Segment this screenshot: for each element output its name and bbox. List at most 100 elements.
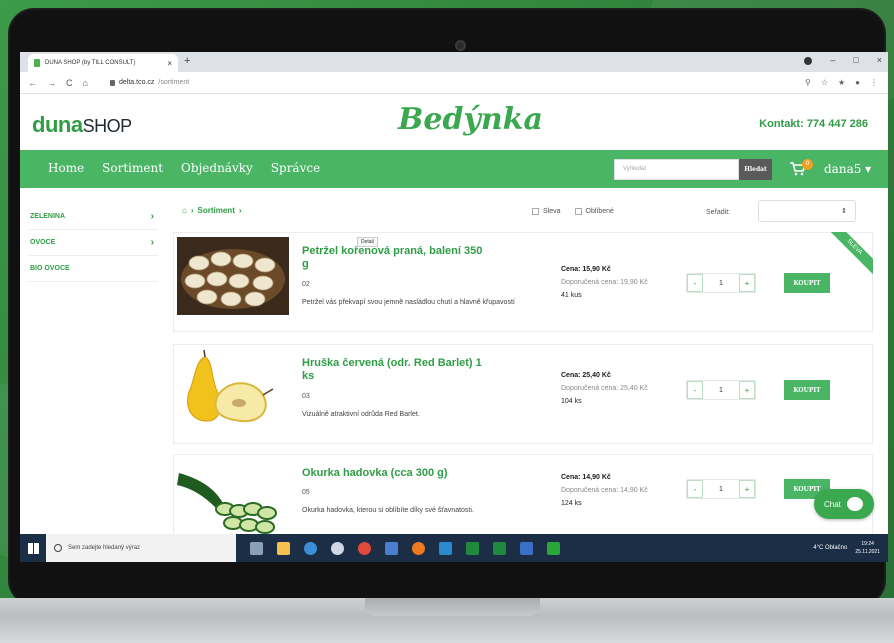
product-description: Vizuálně atraktivní odrůda Red Barlet. (302, 411, 420, 418)
product-price: Cena: 15,90 Kč Doporučená cena: 19,90 Kč… (561, 263, 648, 302)
breadcrumb-separator: › (190, 206, 194, 215)
qty-plus-button[interactable]: + (739, 480, 755, 498)
filter-favorites[interactable]: Oblíbené (574, 208, 614, 215)
app-icon[interactable] (547, 541, 560, 555)
qty-plus-button[interactable]: + (739, 381, 755, 399)
extensions-icon[interactable]: ★ (838, 78, 845, 87)
product-image[interactable] (177, 349, 289, 427)
address-bar-row: ← → C ⌂ delta.tco.cz/sortiment ⚲ ☆ ★ ● ⋮ (20, 72, 888, 94)
sidebar-item-ovoce[interactable]: OVOCE › (28, 230, 158, 256)
firefox-icon[interactable] (412, 541, 425, 555)
sidebar-item-bio-ovoce[interactable]: BIO OVOCE (28, 256, 158, 282)
breadcrumb-current[interactable]: Sortiment (198, 206, 235, 215)
home-icon[interactable]: ⌂ (182, 206, 187, 215)
product-image[interactable] (177, 237, 289, 315)
tab-bar: DUNA SHOP (by TILL CONSULT) × + – □ × (20, 52, 888, 72)
webcam (455, 40, 466, 51)
web-page: dunaSHOP Bedýnka Kontakt: 774 447 286 Ho… (20, 94, 888, 534)
filter-sale[interactable]: Sleva (532, 208, 561, 215)
product-card: Okurka hadovka (cca 300 g) 05 Okurka had… (173, 454, 873, 534)
chat-label: Chat (824, 499, 841, 509)
sort-select[interactable]: ⇕ (758, 200, 856, 222)
chevron-right-icon: › (150, 237, 154, 248)
sort-label: Seřadit: (706, 209, 731, 216)
qty-minus-button[interactable]: - (687, 480, 703, 498)
brand-logo: Bedýnka (398, 102, 543, 137)
dell-icon[interactable] (331, 541, 344, 555)
maximize-button[interactable]: □ (853, 55, 858, 65)
product-title[interactable]: Hruška červená (odr. Red Barlet) 1 ks (302, 357, 492, 383)
buy-button[interactable]: KOUPIT (784, 273, 830, 293)
qty-minus-button[interactable]: - (687, 274, 703, 292)
back-icon[interactable]: ← (28, 78, 37, 88)
search-button[interactable]: Hledat (739, 159, 772, 180)
task-view-icon[interactable] (250, 541, 263, 555)
sale-checkbox[interactable] (532, 208, 539, 215)
new-tab-button[interactable]: + (184, 55, 190, 67)
qty-value[interactable]: 1 (703, 480, 739, 498)
laptop-notch (365, 598, 540, 616)
nav-orders[interactable]: Objednávky (181, 161, 253, 175)
account-icon[interactable]: ● (855, 78, 860, 87)
app-icon[interactable] (439, 541, 452, 555)
star-icon[interactable]: ☆ (821, 78, 828, 87)
main-menu: Home Sortiment Objednávky Správce (48, 161, 320, 175)
start-button[interactable] (20, 542, 46, 554)
user-menu[interactable]: dana5 ▾ (824, 162, 871, 176)
close-window-button[interactable]: × (877, 55, 882, 65)
app-icon[interactable] (385, 541, 398, 555)
excel-icon[interactable] (466, 541, 479, 555)
price-value: Cena: 15,90 Kč (561, 266, 611, 273)
taskbar-apps (236, 541, 560, 555)
tab-close-icon[interactable]: × (167, 59, 172, 68)
nav-buttons: ← → C ⌂ (20, 78, 110, 88)
stock: 41 kus (561, 292, 582, 299)
detail-tooltip: Detail (357, 237, 378, 247)
site-logo[interactable]: dunaSHOP (32, 112, 132, 138)
home-icon[interactable]: ⌂ (83, 78, 88, 88)
product-code: 02 (302, 281, 310, 288)
url-path: /sortiment (158, 79, 190, 86)
url-field[interactable]: delta.tco.cz/sortiment (110, 79, 189, 86)
key-icon[interactable]: ⚲ (805, 78, 811, 87)
price-value: Cena: 25,40 Kč (561, 372, 611, 379)
qty-plus-button[interactable]: + (739, 274, 755, 292)
qty-minus-button[interactable]: - (687, 381, 703, 399)
weather[interactable]: 4°C Oblačno (813, 545, 847, 551)
file-explorer-icon[interactable] (277, 541, 290, 555)
qty-value[interactable]: 1 (703, 274, 739, 292)
qty-value[interactable]: 1 (703, 381, 739, 399)
browser-tab[interactable]: DUNA SHOP (by TILL CONSULT) × (28, 54, 178, 72)
chat-button[interactable]: Chat (814, 489, 874, 519)
product-code: 05 (302, 489, 310, 496)
edge-icon[interactable] (304, 541, 317, 555)
excel-icon[interactable] (493, 541, 506, 555)
system-tray: 4°C Oblačno 19:24 25.11.2021 (813, 540, 888, 556)
sidebar-item-zelenina[interactable]: ZELENINA › (28, 204, 158, 230)
profile-icon[interactable] (804, 57, 813, 65)
forward-icon[interactable]: → (47, 78, 56, 88)
menu-icon[interactable]: ⋮ (870, 78, 878, 87)
lock-icon (110, 79, 115, 86)
screen: DUNA SHOP (by TILL CONSULT) × + – □ × ← … (20, 52, 888, 562)
product-description: Okurka hadovka, kterou si oblíbíte díky … (302, 507, 474, 514)
app-icon[interactable] (520, 541, 533, 555)
search-input[interactable]: Vyhledat (614, 159, 739, 180)
buy-button[interactable]: KOUPIT (784, 380, 830, 400)
clock[interactable]: 19:24 25.11.2021 (855, 540, 880, 556)
product-code: 03 (302, 393, 310, 400)
window-controls: – □ × (804, 55, 882, 65)
nav-admin[interactable]: Správce (271, 161, 320, 175)
product-image[interactable] (177, 459, 289, 534)
nav-sortiment[interactable]: Sortiment (102, 161, 163, 175)
windows-taskbar: Sem zadejte hledaný výraz 4°C Oblačno 19… (20, 534, 888, 562)
minimize-button[interactable]: – (830, 55, 835, 65)
reload-icon[interactable]: C (66, 78, 73, 88)
nav-home[interactable]: Home (48, 161, 84, 175)
favorites-checkbox[interactable] (574, 208, 582, 215)
product-title[interactable]: Okurka hadovka (cca 300 g) (302, 467, 492, 480)
chrome-icon[interactable] (358, 541, 371, 555)
product-title[interactable]: Petržel kořenová praná, balení 350 g (302, 245, 492, 271)
taskbar-search[interactable]: Sem zadejte hledaný výraz (46, 534, 236, 562)
chevron-right-icon: › (150, 211, 154, 222)
